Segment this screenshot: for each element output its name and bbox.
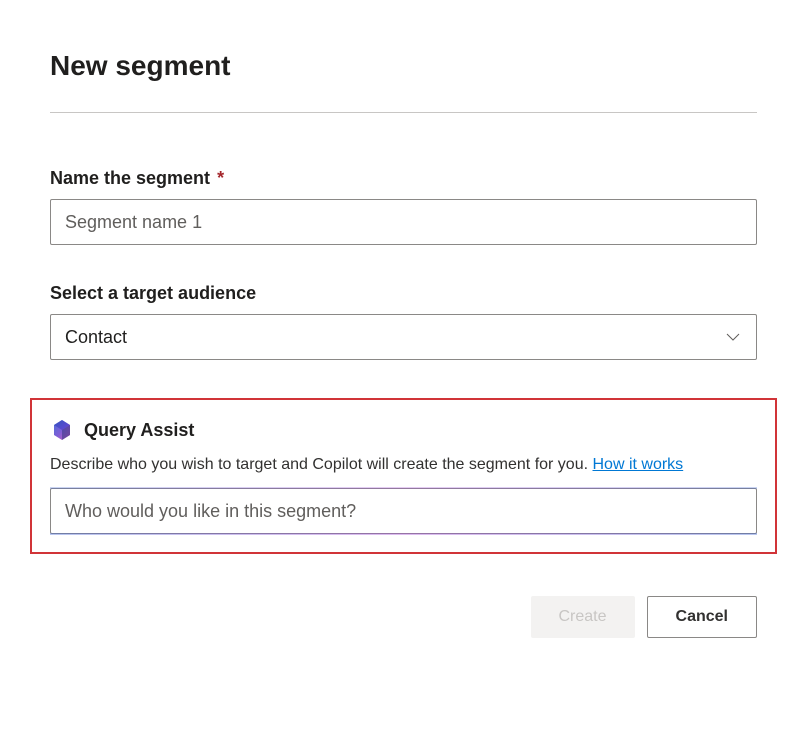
segment-name-label: Name the segment * [50,168,757,189]
page-title: New segment [50,50,757,82]
target-audience-select[interactable]: Contact [50,314,757,360]
target-audience-field-group: Select a target audience Contact [50,283,757,360]
query-assist-section: Query Assist Describe who you wish to ta… [30,398,777,554]
query-assist-description: Describe who you wish to target and Copi… [50,456,757,474]
query-assist-title: Query Assist [84,420,194,441]
query-assist-input[interactable] [50,488,757,534]
gradient-top-accent [50,487,757,489]
query-input-wrapper [50,488,757,534]
copilot-icon [50,418,74,442]
query-assist-header: Query Assist [50,418,757,442]
target-audience-select-wrapper: Contact [50,314,757,360]
divider [50,112,757,113]
create-button[interactable]: Create [531,596,635,638]
how-it-works-link[interactable]: How it works [593,456,684,473]
segment-name-input[interactable] [50,199,757,245]
required-asterisk: * [217,168,224,188]
gradient-bottom-accent [50,533,757,535]
target-audience-label: Select a target audience [50,283,757,304]
segment-name-label-text: Name the segment [50,168,210,188]
cancel-button[interactable]: Cancel [647,596,757,638]
segment-name-field-group: Name the segment * [50,168,757,245]
button-row: Create Cancel [50,596,757,638]
query-assist-description-text: Describe who you wish to target and Copi… [50,456,593,473]
